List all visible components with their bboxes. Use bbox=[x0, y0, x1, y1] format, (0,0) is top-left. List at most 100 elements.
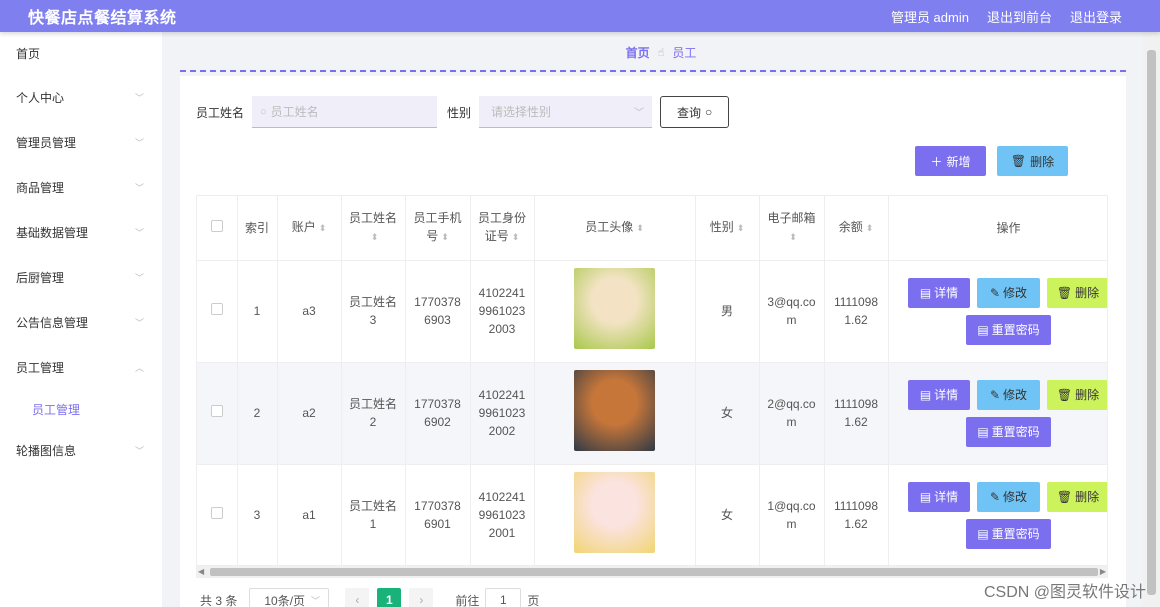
document-icon: ▤ bbox=[977, 424, 989, 439]
scrollbar-thumb[interactable] bbox=[1147, 50, 1156, 595]
sidebar-item-admin[interactable]: 管理员管理 ﹀ bbox=[0, 121, 162, 166]
vertical-scrollbar[interactable] bbox=[1143, 32, 1160, 607]
cell-phone: 17703786901 bbox=[405, 464, 471, 565]
breadcrumb: 首页 ☝ 员工 bbox=[162, 32, 1160, 72]
sidebar-item-kitchen[interactable]: 后厨管理 ﹀ bbox=[0, 256, 162, 301]
delete-button[interactable]: 🗑 删除 bbox=[1047, 379, 1107, 410]
pencil-icon: ✎ bbox=[989, 489, 1001, 504]
view-button[interactable]: ▤ 详情 bbox=[908, 277, 970, 308]
trash-icon: 🗑 bbox=[1056, 489, 1073, 504]
avatar bbox=[574, 370, 655, 451]
sidebar-subitem-staff[interactable]: 员工管理 bbox=[0, 391, 162, 429]
reset-password-button[interactable]: ▤ 重置密码 bbox=[966, 314, 1051, 345]
breadcrumb-current: 员工 bbox=[672, 45, 697, 60]
cell-balance: 11110981.62 bbox=[824, 260, 889, 363]
sort-icon: ⬍ bbox=[865, 223, 874, 234]
edit-button[interactable]: ✎ 修改 bbox=[977, 277, 1040, 308]
cell-account: a2 bbox=[277, 362, 342, 465]
cell-email: 2@qq.com bbox=[759, 362, 825, 465]
table-row: 2 a2 员工姓名2 17703786902 41022419961023200… bbox=[197, 362, 1107, 465]
scrollbar-thumb[interactable] bbox=[210, 568, 1098, 576]
exit-to-front-link[interactable]: 退出到前台 bbox=[987, 7, 1052, 26]
scroll-left-icon[interactable]: ◀ bbox=[198, 566, 204, 578]
gender-select[interactable]: 请选择性别 ﹀ bbox=[479, 96, 653, 128]
page-size-select[interactable]: 10条/页 ﹀ bbox=[249, 588, 330, 607]
page-suffix: 页 bbox=[527, 593, 540, 607]
header-idcard[interactable]: 员工身份证号 ⬍ bbox=[470, 196, 535, 261]
cell-avatar bbox=[534, 260, 696, 363]
header-name[interactable]: 员工姓名⬍ bbox=[341, 196, 406, 261]
cell-ops: ▤ 详情 ✎ 修改 🗑 删除 ▤ 重置密码 bbox=[888, 260, 1107, 363]
sidebar-item-carousel[interactable]: 轮播图信息 ﹀ bbox=[0, 429, 162, 474]
main-content: 首页 ☝ 员工 员工姓名 ○ 员工姓名 性别 请选择性别 ﹀ 查询 ○ ＋ 新增 bbox=[162, 32, 1160, 607]
prev-page-button[interactable]: ‹ bbox=[345, 588, 370, 607]
sidebar-item-notice[interactable]: 公告信息管理 ﹀ bbox=[0, 301, 162, 346]
trash-icon: 🗑 bbox=[1056, 387, 1073, 402]
header-balance[interactable]: 余额 ⬍ bbox=[824, 196, 889, 261]
header-gender[interactable]: 性别 ⬍ bbox=[695, 196, 760, 261]
chevron-up-icon: ︿ bbox=[134, 363, 144, 373]
name-search-input[interactable]: ○ 员工姓名 bbox=[252, 96, 438, 128]
cell-gender: 男 bbox=[695, 260, 760, 363]
sidebar-item-staff[interactable]: 员工管理 ︿ bbox=[0, 346, 162, 391]
sort-icon: ⬍ bbox=[370, 232, 379, 243]
sidebar-item-personal[interactable]: 个人中心 ﹀ bbox=[0, 76, 162, 121]
page-number-current[interactable]: 1 bbox=[377, 588, 402, 607]
edit-button[interactable]: ✎ 修改 bbox=[977, 481, 1040, 512]
cell-gender: 女 bbox=[695, 362, 760, 465]
total-count: 共 3 条 bbox=[200, 593, 238, 607]
gender-label: 性别 bbox=[447, 105, 472, 120]
top-header: 快餐店点餐结算系统 管理员 admin 退出到前台 退出登录 bbox=[0, 0, 1160, 32]
header-email[interactable]: 电子邮箱⬍ bbox=[759, 196, 825, 261]
view-button[interactable]: ▤ 详情 bbox=[908, 379, 970, 410]
next-page-button[interactable]: › bbox=[409, 588, 434, 607]
sidebar-item-goods[interactable]: 商品管理 ﹀ bbox=[0, 166, 162, 211]
select-all-checkbox[interactable] bbox=[197, 196, 238, 261]
reset-password-button[interactable]: ▤ 重置密码 bbox=[966, 518, 1051, 549]
row-checkbox[interactable] bbox=[197, 464, 238, 565]
add-button[interactable]: ＋ 新增 bbox=[915, 146, 986, 176]
cell-index: 3 bbox=[237, 464, 278, 565]
document-icon: ▤ bbox=[919, 489, 932, 504]
document-icon: ▤ bbox=[919, 285, 932, 300]
query-button[interactable]: 查询 ○ bbox=[660, 96, 730, 128]
breadcrumb-home[interactable]: 首页 bbox=[626, 44, 650, 61]
cell-idcard: 410224199610232003 bbox=[470, 260, 535, 363]
horizontal-scrollbar[interactable]: ◀ ▶ bbox=[196, 566, 1108, 578]
header-avatar[interactable]: 员工头像 ⬍ bbox=[534, 196, 696, 261]
delete-button[interactable]: 🗑 删除 bbox=[1047, 481, 1107, 512]
scroll-right-icon[interactable]: ▶ bbox=[1100, 566, 1106, 578]
document-icon: ▤ bbox=[977, 322, 989, 337]
delete-button[interactable]: 🗑 删除 bbox=[1047, 277, 1107, 308]
trash-icon: 🗑 bbox=[1010, 154, 1027, 168]
dashed-divider bbox=[180, 70, 1126, 72]
batch-delete-button[interactable]: 🗑 删除 bbox=[997, 146, 1068, 176]
header-account[interactable]: 账户 ⬍ bbox=[277, 196, 342, 261]
plus-icon: ＋ bbox=[930, 154, 943, 169]
view-button[interactable]: ▤ 详情 bbox=[908, 481, 970, 512]
row-checkbox[interactable] bbox=[197, 260, 238, 363]
sidebar-item-home[interactable]: 首页 bbox=[0, 32, 162, 76]
row-checkbox[interactable] bbox=[197, 362, 238, 465]
cell-phone: 17703786903 bbox=[405, 260, 471, 363]
sidebar: 首页 个人中心 ﹀ 管理员管理 ﹀ 商品管理 ﹀ 基础数据管理 ﹀ 后厨管理 ﹀ 公告信息… bbox=[0, 32, 162, 607]
sort-icon: ⬍ bbox=[636, 223, 644, 234]
header-phone[interactable]: 员工手机号 ⬍ bbox=[405, 196, 471, 261]
chevron-left-icon: ‹ bbox=[355, 593, 360, 607]
pagination: 共 3 条 10条/页 ﹀ ‹ 1 › 前往 1 页 bbox=[200, 588, 539, 607]
cell-balance: 11110981.62 bbox=[824, 464, 889, 565]
staff-table: 索引 账户 ⬍ 员工姓名⬍ 员工手机号 ⬍ 员工身份证号 ⬍ 员工头像 ⬍ 性别 ⬍ 电子… bbox=[196, 195, 1108, 566]
sidebar-item-basedata[interactable]: 基础数据管理 ﹀ bbox=[0, 211, 162, 256]
cell-email: 3@qq.com bbox=[759, 260, 825, 363]
chevron-down-icon: ﹀ bbox=[134, 138, 144, 148]
header-ops: 操作 bbox=[888, 196, 1107, 261]
chevron-down-icon: ﹀ bbox=[134, 183, 144, 193]
reset-password-button[interactable]: ▤ 重置密码 bbox=[966, 416, 1051, 447]
edit-button[interactable]: ✎ 修改 bbox=[977, 379, 1040, 410]
cell-gender: 女 bbox=[695, 464, 760, 565]
cell-email: 1@qq.com bbox=[759, 464, 825, 565]
sort-icon: ⬍ bbox=[789, 232, 797, 243]
goto-page-input[interactable]: 1 bbox=[485, 588, 522, 607]
chevron-down-icon: ﹀ bbox=[311, 595, 321, 606]
logout-link[interactable]: 退出登录 bbox=[1070, 7, 1122, 26]
